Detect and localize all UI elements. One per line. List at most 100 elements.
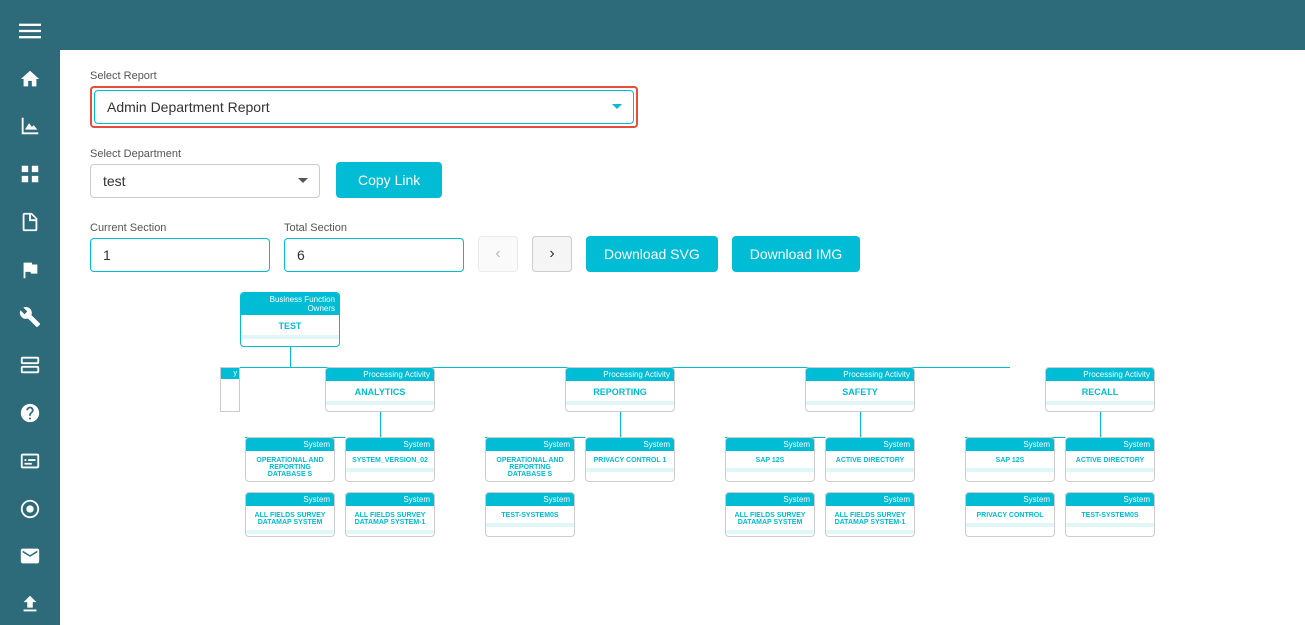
- sys2-title: SYSTEM_VERSION_02: [346, 451, 434, 468]
- sys2-1-header: System: [246, 493, 334, 506]
- sys6-footer: [826, 468, 914, 472]
- select-report-label: Select Report: [90, 70, 1275, 82]
- select-report-dropdown[interactable]: Admin Department Report: [94, 90, 634, 124]
- sys2-4-title: ALL FIELDS SURVEY DATAMAP SYSTEM: [726, 506, 814, 530]
- sys2-header: System: [346, 438, 434, 451]
- left-partial-card: y: [220, 367, 240, 412]
- bfo-card-footer: [241, 335, 339, 339]
- sys2-card-1: System ALL FIELDS SURVEY DATAMAP SYSTEM: [245, 492, 335, 537]
- total-section-input[interactable]: [284, 238, 464, 272]
- pa-safety-header: Processing Activity: [806, 368, 914, 381]
- pa-recall-header: Processing Activity: [1046, 368, 1154, 381]
- menu-icon[interactable]: [5, 10, 55, 52]
- document-icon[interactable]: [5, 201, 55, 243]
- content-area: Select Report Admin Department Report Se…: [60, 50, 1305, 625]
- pa-recall-title: RECALL: [1046, 381, 1154, 401]
- sys-card-4: System PRIVACY CONTROL 1: [585, 437, 675, 482]
- sys6-title: ACTIVE DIRECTORY: [826, 451, 914, 468]
- flag-icon[interactable]: [5, 249, 55, 291]
- pa-reporting-header: Processing Activity: [566, 368, 674, 381]
- sys7-footer: [966, 468, 1054, 472]
- download-svg-button[interactable]: Download SVG: [586, 236, 718, 272]
- pa-recall-footer: [1046, 401, 1154, 405]
- conn-pa3-sys: [860, 412, 861, 437]
- sys2-card-5: System ALL FIELDS SURVEY DATAMAP SYSTEM-…: [825, 492, 915, 537]
- sys-card-5: System SAP 12S: [725, 437, 815, 482]
- tools-icon[interactable]: [5, 297, 55, 339]
- conn-pa1-sys: [380, 412, 381, 437]
- dept-label: Select Department: [90, 148, 320, 160]
- current-section-label: Current Section: [90, 222, 270, 234]
- sys2-7-title: TEST-SYSTEM0S: [1066, 506, 1154, 523]
- dept-dropdown[interactable]: test: [90, 164, 320, 198]
- sys5-title: SAP 12S: [726, 451, 814, 468]
- pa-card-recall: Processing Activity RECALL: [1045, 367, 1155, 412]
- sys2-card-2: System ALL FIELDS SURVEY DATAMAP SYSTEM-…: [345, 492, 435, 537]
- sys8-footer: [1066, 468, 1154, 472]
- section-nav: Current Section Total Section ‹ › Downlo…: [90, 222, 1275, 272]
- upload-icon[interactable]: [5, 583, 55, 625]
- sys2-3-header: System: [486, 493, 574, 506]
- sys4-title: PRIVACY CONTROL 1: [586, 451, 674, 468]
- sys-card-7: System SAP 12S: [965, 437, 1055, 482]
- select-report-wrapper: Admin Department Report: [90, 86, 638, 128]
- sys2-3-footer: [486, 523, 574, 527]
- sys1-header: System: [246, 438, 334, 451]
- bfo-card: Business Function Owners TEST: [240, 292, 340, 347]
- pa-analytics-title: ANALYTICS: [326, 381, 434, 401]
- diagram-area: Business Function Owners TEST y Processi…: [90, 292, 1275, 552]
- pa-analytics-header: Processing Activity: [326, 368, 434, 381]
- current-section-input[interactable]: [90, 238, 270, 272]
- download-img-button[interactable]: Download IMG: [732, 236, 861, 272]
- sys2-card-6: System PRIVACY CONTROL: [965, 492, 1055, 537]
- help-icon[interactable]: [5, 392, 55, 434]
- conn-pa4-sys: [1100, 412, 1101, 437]
- sys2-2-footer: [346, 530, 434, 534]
- sys2-5-title: ALL FIELDS SURVEY DATAMAP SYSTEM-1: [826, 506, 914, 530]
- sys2-5-footer: [826, 530, 914, 534]
- mail-icon[interactable]: [5, 535, 55, 577]
- pa-card-analytics: Processing Activity ANALYTICS: [325, 367, 435, 412]
- sys5-footer: [726, 468, 814, 472]
- prev-button[interactable]: ‹: [478, 236, 518, 272]
- sys7-title: SAP 12S: [966, 451, 1054, 468]
- sys8-title: ACTIVE DIRECTORY: [1066, 451, 1154, 468]
- sys7-header: System: [966, 438, 1054, 451]
- sys2-6-header: System: [966, 493, 1054, 506]
- current-section-field: Current Section: [90, 222, 270, 272]
- pa-reporting-footer: [566, 401, 674, 405]
- server-icon[interactable]: [5, 344, 55, 386]
- conn-pa2-sys: [620, 412, 621, 437]
- next-button[interactable]: ›: [532, 236, 572, 272]
- sys-card-3: System OPERATIONAL AND REPORTING DATABAS…: [485, 437, 575, 482]
- topbar: [60, 0, 1305, 50]
- sys-card-2: System SYSTEM_VERSION_02: [345, 437, 435, 482]
- sys2-3-title: TEST-SYSTEM0S: [486, 506, 574, 523]
- sys2-card-4: System ALL FIELDS SURVEY DATAMAP SYSTEM: [725, 492, 815, 537]
- sys6-header: System: [826, 438, 914, 451]
- home-icon[interactable]: [5, 58, 55, 100]
- pa-card-safety: Processing Activity SAFETY: [805, 367, 915, 412]
- pa-card-reporting: Processing Activity REPORTING: [565, 367, 675, 412]
- circle-icon[interactable]: [5, 488, 55, 530]
- sys2-2-title: ALL FIELDS SURVEY DATAMAP SYSTEM-1: [346, 506, 434, 530]
- sys2-footer: [346, 468, 434, 472]
- pa-safety-footer: [806, 401, 914, 405]
- sys2-card-3: System TEST-SYSTEM0S: [485, 492, 575, 537]
- sys8-header: System: [1066, 438, 1154, 451]
- sys-card-1: System OPERATIONAL AND REPORTING DATABAS…: [245, 437, 335, 482]
- bfo-card-header: Business Function Owners: [241, 293, 339, 315]
- dept-copy-row: Select Department test Copy Link: [90, 148, 1275, 198]
- sys4-footer: [586, 468, 674, 472]
- news-icon[interactable]: [5, 440, 55, 482]
- grid-icon[interactable]: [5, 153, 55, 195]
- copy-link-button[interactable]: Copy Link: [336, 162, 442, 198]
- chart-icon[interactable]: [5, 106, 55, 148]
- sys2-2-header: System: [346, 493, 434, 506]
- sys2-4-header: System: [726, 493, 814, 506]
- sys-card-8: System ACTIVE DIRECTORY: [1065, 437, 1155, 482]
- sys2-6-title: PRIVACY CONTROL: [966, 506, 1054, 523]
- sys2-1-title: ALL FIELDS SURVEY DATAMAP SYSTEM: [246, 506, 334, 530]
- total-section-field: Total Section: [284, 222, 464, 272]
- dept-section: Select Department test: [90, 148, 320, 198]
